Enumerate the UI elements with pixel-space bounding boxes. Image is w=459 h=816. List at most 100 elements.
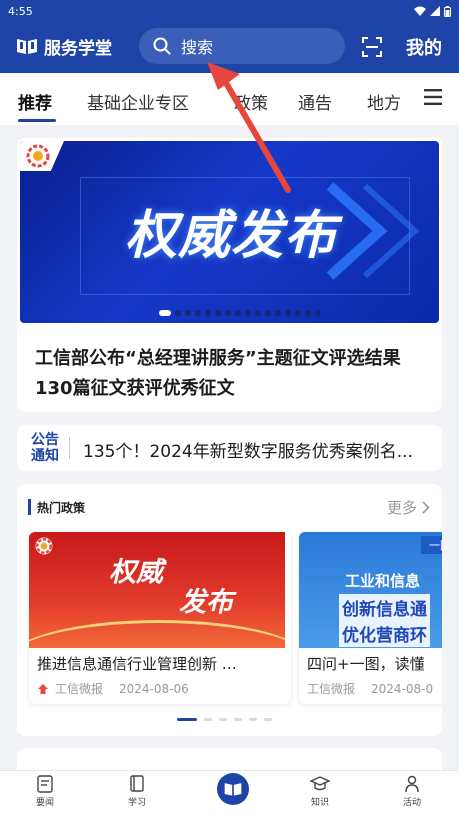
- tab-notice[interactable]: 通告: [298, 89, 332, 114]
- banner-logo: [20, 141, 64, 171]
- policy-page-dot[interactable]: [234, 718, 242, 721]
- nav-knowledge[interactable]: 知识: [300, 775, 340, 808]
- scan-icon[interactable]: [362, 37, 382, 57]
- wifi-icon: [414, 6, 426, 16]
- image-line: 工业和信息: [345, 572, 421, 590]
- active-tab-indicator: [18, 119, 56, 122]
- category-tabs: 推荐 基础企业专区 政策 通告 地方: [0, 73, 459, 125]
- image-line: 创新信息通: [339, 594, 430, 621]
- app-name: 服务学堂: [44, 38, 112, 59]
- notice-badge-line2: 通知: [31, 448, 59, 464]
- policy-card-image: 一图 工业和信息 创新信息通 优化营商环: [299, 532, 442, 648]
- banner-dot[interactable]: [215, 310, 221, 316]
- banner-dot[interactable]: [305, 310, 311, 316]
- banner-dot[interactable]: [315, 310, 321, 316]
- search-icon: [153, 37, 171, 55]
- policy-card[interactable]: 权威 发布 推进信息通信行业管理创新 … 工信微报 2024-08-06: [29, 532, 291, 704]
- app-bar: 服务学堂 搜索 我的: [0, 22, 459, 70]
- nav-label: 学习: [127, 798, 146, 808]
- book-icon: [130, 775, 144, 792]
- more-label: 更多: [386, 499, 417, 517]
- banner-pagination: [159, 310, 321, 316]
- emblem-icon: [26, 144, 50, 168]
- banner-dot[interactable]: [265, 310, 271, 316]
- notice-text[interactable]: 135个！2024年新型数字服务优秀案例名...: [83, 437, 433, 462]
- policy-card-date: 2024-08-0: [371, 681, 434, 696]
- policy-page-dot[interactable]: [204, 718, 212, 721]
- policy-card-source: 工信微报: [55, 682, 104, 696]
- activity-icon: [405, 775, 419, 793]
- signal-icon: [430, 6, 440, 16]
- notice-divider: [69, 437, 70, 459]
- tab-policy[interactable]: 政策: [234, 89, 268, 114]
- policy-page-dot[interactable]: [219, 718, 227, 721]
- image-line: 优化营商环: [339, 620, 430, 647]
- banner-dot[interactable]: [275, 310, 281, 316]
- banner-caption[interactable]: 工信部公布“总经理讲服务”主题征文评选结果 130篇征文获评优秀征文: [35, 344, 427, 404]
- policy-card-meta: 工信微报 2024-08-0: [307, 680, 433, 697]
- banner-dot[interactable]: [195, 310, 201, 316]
- mine-button[interactable]: 我的: [406, 34, 442, 60]
- image-arc: [29, 620, 285, 648]
- policy-page-dot[interactable]: [177, 718, 197, 721]
- policy-page-dot[interactable]: [249, 718, 257, 721]
- policy-card-date: 2024-08-06: [119, 681, 189, 696]
- nav-activity[interactable]: 活动: [392, 775, 432, 808]
- banner-image[interactable]: 权威发布: [20, 141, 439, 323]
- more-link[interactable]: 更多: [387, 497, 430, 518]
- banner-dot[interactable]: [225, 310, 231, 316]
- status-time: 4:55: [8, 4, 33, 18]
- bottom-nav: 要闻 学习 知识 活动: [0, 770, 459, 816]
- notice-badge-line1: 公告: [31, 432, 59, 448]
- nav-label: 要闻: [35, 798, 54, 808]
- banner-dot[interactable]: [235, 310, 241, 316]
- nav-news[interactable]: 要闻: [25, 775, 65, 808]
- policy-card-source: 工信微报: [307, 682, 356, 696]
- policy-card-image: 权威 发布: [29, 532, 285, 648]
- tab-recommend[interactable]: 推荐: [18, 89, 52, 114]
- nav-home[interactable]: [217, 773, 249, 805]
- tab-basic-enterprise[interactable]: 基础企业专区: [87, 89, 189, 114]
- policy-card[interactable]: 一图 工业和信息 创新信息通 优化营商环 四问+一图，读懂 工信微报 2024-…: [299, 532, 442, 704]
- section-accent-bar: [28, 499, 31, 515]
- banner-dot[interactable]: [245, 310, 251, 316]
- status-icons: [414, 5, 451, 17]
- emblem-icon: [35, 537, 53, 555]
- battery-icon: [444, 5, 451, 17]
- policy-card-title[interactable]: 推进信息通信行业管理创新 …: [37, 653, 277, 674]
- notice-bar[interactable]: 公告 通知 135个！2024年新型数字服务优秀案例名...: [17, 425, 442, 471]
- nav-label: 知识: [310, 798, 329, 808]
- menu-icon[interactable]: [424, 89, 442, 105]
- image-headline: 权威: [109, 557, 163, 588]
- app-logo[interactable]: 服务学堂: [15, 34, 112, 59]
- image-tag: 一图: [421, 536, 442, 554]
- chevron-right-icon: [422, 501, 430, 514]
- open-book-icon: [17, 39, 37, 54]
- banner-card[interactable]: 权威发布 工信部公布“总经理讲服务”主题征文评选结果 130篇征文获评优秀征文: [17, 138, 442, 412]
- home-book-icon: [224, 783, 242, 796]
- banner-headline: 权威发布: [125, 206, 338, 266]
- section-title: 热门政策: [37, 501, 86, 515]
- search-input[interactable]: 搜索: [139, 28, 345, 64]
- search-placeholder: 搜索: [181, 38, 214, 57]
- status-bar: 4:55: [8, 3, 451, 19]
- image-subheadline: 发布: [179, 587, 233, 618]
- news-icon: [37, 775, 53, 793]
- source-logo-icon: [38, 683, 48, 694]
- policy-page-dot[interactable]: [264, 718, 272, 721]
- banner-dot[interactable]: [175, 310, 181, 316]
- banner-dot[interactable]: [295, 310, 301, 316]
- tab-local[interactable]: 地方: [367, 89, 401, 114]
- notice-badge: 公告 通知: [27, 432, 63, 464]
- top-bar: 4:55 服务学堂 搜索 我的: [0, 0, 459, 73]
- banner-dot[interactable]: [159, 310, 171, 316]
- graduation-cap-icon: [310, 776, 330, 791]
- banner-dot[interactable]: [255, 310, 261, 316]
- banner-dot[interactable]: [285, 310, 291, 316]
- policy-card-meta: 工信微报 2024-08-06: [37, 680, 189, 697]
- banner-dot[interactable]: [185, 310, 191, 316]
- banner-dot[interactable]: [205, 310, 211, 316]
- hot-policy-section: 热门政策 更多 权威 发布 推进信息通信行业管理创新 … 工信微报 2024-0…: [17, 484, 442, 736]
- nav-study[interactable]: 学习: [117, 775, 157, 808]
- policy-card-title[interactable]: 四问+一图，读懂: [307, 653, 442, 674]
